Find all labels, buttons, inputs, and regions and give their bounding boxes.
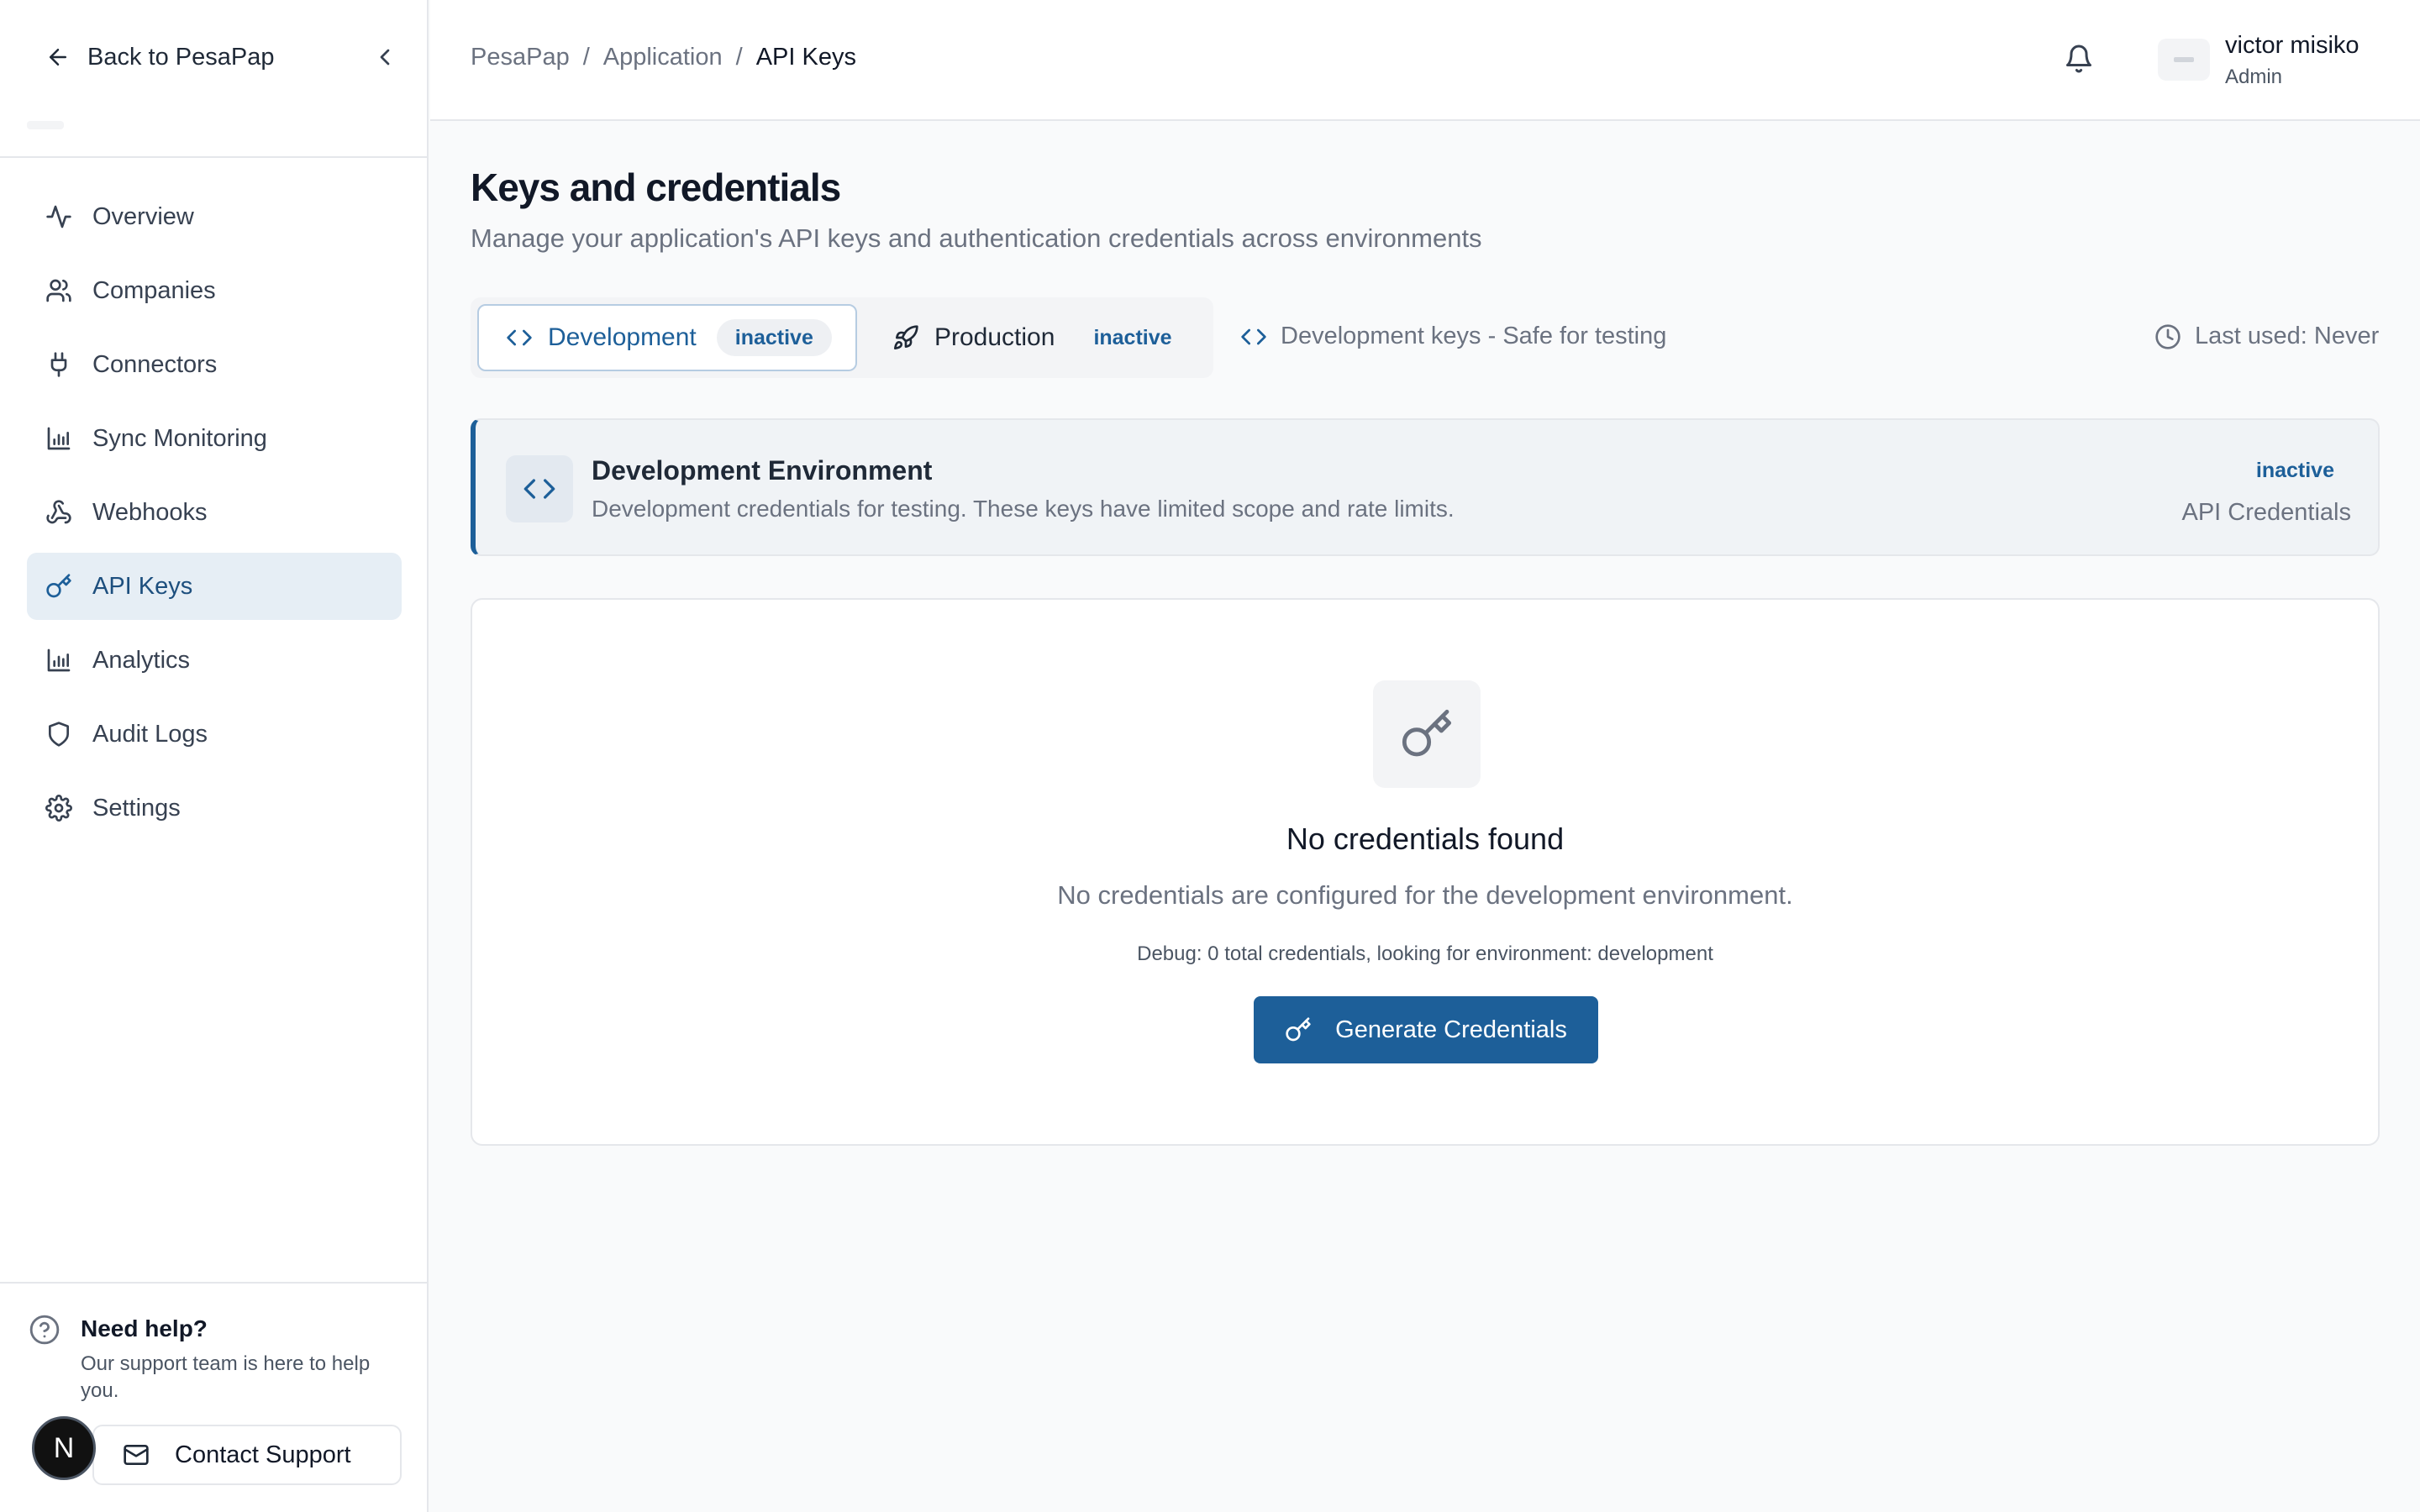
activity-icon [45,203,72,230]
collapse-sidebar-button[interactable] [371,44,398,71]
sidebar-nav: Overview Companies Connectors Sync Monit… [27,183,402,848]
top-header: PesaPap / Application / API Keys victor … [430,0,2420,121]
environment-title: Development Environment [592,455,933,486]
breadcrumb-separator: / [582,44,590,71]
sidebar-bottom-divider [0,1282,427,1284]
code-icon [1240,323,1267,350]
avatar-placeholder [2174,57,2194,62]
plug-icon [45,351,72,378]
contact-support-button[interactable]: Contact Support [92,1425,402,1485]
tab-label: Production [934,323,1055,351]
webhook-icon [45,499,72,526]
empty-icon-box [1373,680,1481,788]
generate-credentials-label: Generate Credentials [1335,1016,1567,1043]
page-title: Keys and credentials [471,165,841,209]
sidebar-item-label: Audit Logs [92,720,208,748]
sidebar-item-label: Sync Monitoring [92,424,267,452]
generate-credentials-button[interactable]: Generate Credentials [1254,996,1598,1063]
bell-icon[interactable] [2064,44,2094,74]
tab-production[interactable]: Production inactive [857,304,1210,371]
user-role: Admin [2225,66,2283,88]
back-to-app-label: Back to PesaPap [87,43,275,71]
status-badge: inactive [2255,459,2334,482]
last-used: Last used: Never [2154,323,2379,350]
breadcrumb-item-app[interactable]: PesaPap [471,44,570,71]
back-to-app-link[interactable]: Back to PesaPap [45,37,398,77]
sidebar-item-label: Companies [92,276,216,304]
breadcrumb-separator: / [735,44,743,71]
sidebar-item-sync-monitoring[interactable]: Sync Monitoring [27,405,402,472]
avatar[interactable] [2158,39,2210,81]
breadcrumb: PesaPap / Application / API Keys [471,44,856,71]
sidebar-item-analytics[interactable]: Analytics [27,627,402,694]
help-text: Our support team is here to help you. [81,1352,371,1402]
dev-tools-badge[interactable]: N [32,1416,96,1480]
sidebar-placeholder [27,121,64,129]
sidebar-item-label: Connectors [92,350,218,378]
sidebar-divider [0,156,427,158]
code-icon [523,479,555,499]
sidebar-item-overview[interactable]: Overview [27,183,402,250]
environment-description: Development credentials for testing. The… [592,496,1455,522]
environment-icon-box [506,455,573,522]
empty-state-description: No credentials are configured for the de… [1057,880,1793,910]
environment-kind: API Credentials [2181,499,2352,526]
sidebar-item-api-keys[interactable]: API Keys [27,553,402,620]
sidebar-item-audit-logs[interactable]: Audit Logs [27,701,402,768]
bar-chart-icon [45,425,72,452]
sidebar-item-settings[interactable]: Settings [27,774,402,842]
breadcrumb-item-application[interactable]: Application [603,44,723,71]
tab-development[interactable]: Development inactive [477,304,857,371]
key-icon [1402,709,1452,757]
environment-card: Development Environment Development cred… [471,418,2380,556]
help-circle-icon [29,1314,60,1346]
code-icon [506,324,533,351]
arrow-left-icon [45,45,71,70]
mail-icon [123,1441,150,1468]
sidebar-item-companies[interactable]: Companies [27,257,402,324]
environment-hint: Development keys - Safe for testing [1240,323,1666,350]
breadcrumb-item-current: API Keys [755,44,856,71]
sidebar-item-webhooks[interactable]: Webhooks [27,479,402,546]
sidebar: Back to PesaPap Overview Companies Conne… [0,0,429,1512]
contact-support-label: Contact Support [175,1441,351,1468]
sidebar-item-connectors[interactable]: Connectors [27,331,402,398]
sidebar-item-label: Webhooks [92,498,208,526]
tab-label: Development [548,323,697,351]
credentials-empty-state: No credentials found No credentials are … [471,598,2380,1146]
debug-text: Debug: 0 total credentials, looking for … [1137,942,1713,965]
environment-tabs: Development inactive Production inactive [471,297,1213,378]
status-badge: inactive [1093,325,1172,349]
sidebar-item-label: Overview [92,202,194,230]
clock-icon [2154,323,2181,350]
rocket-icon [892,324,919,351]
gear-icon [45,795,72,822]
key-icon [1285,1016,1312,1043]
status-badge: inactive [716,319,832,356]
help-title: Need help? [81,1315,208,1341]
user-name[interactable]: victor misiko [2225,32,2360,60]
shield-icon [45,721,72,748]
bar-chart-icon [45,647,72,674]
chevron-left-icon [380,49,390,66]
environment-hint-text: Development keys - Safe for testing [1281,323,1667,349]
users-icon [45,277,72,304]
sidebar-item-label: API Keys [92,572,193,600]
sidebar-item-label: Settings [92,794,181,822]
last-used-text: Last used: Never [2195,323,2380,349]
key-icon [45,573,72,600]
page-subtitle: Manage your application's API keys and a… [471,223,1482,253]
empty-state-title: No credentials found [1286,822,1565,856]
sidebar-item-label: Analytics [92,646,191,674]
